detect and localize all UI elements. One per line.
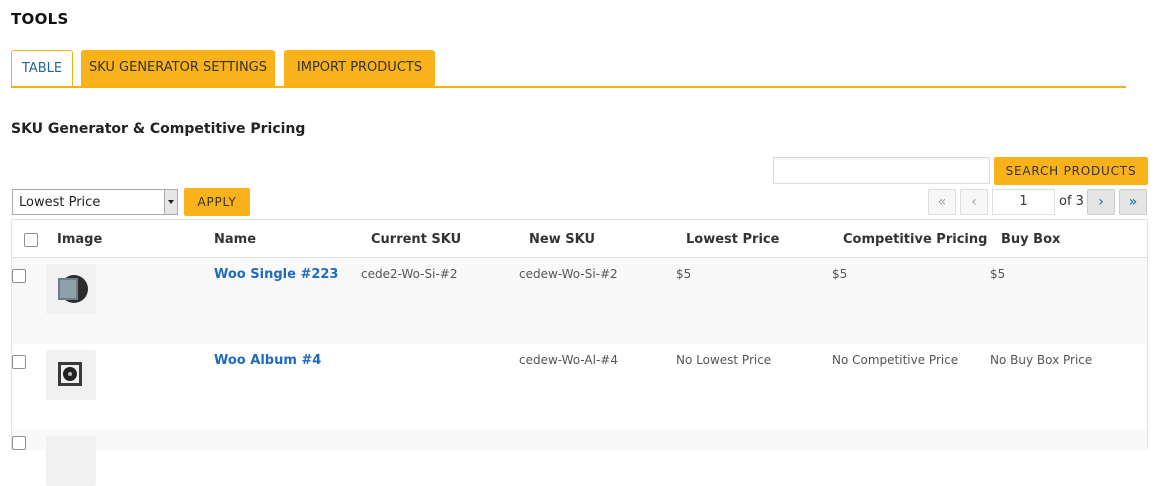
apply-button[interactable]: APPLY bbox=[184, 188, 250, 216]
products-table: Image Name Current SKU New SKU Lowest Pr… bbox=[11, 219, 1148, 486]
column-header-lowest-price: Lowest Price bbox=[686, 232, 780, 247]
search-products-button[interactable]: SEARCH PRODUCTS bbox=[994, 157, 1148, 185]
next-page-button[interactable]: › bbox=[1087, 189, 1115, 215]
product-name-link[interactable]: Woo Single #223 bbox=[214, 267, 338, 282]
column-header-name: Name bbox=[214, 232, 257, 247]
first-page-button[interactable]: « bbox=[928, 189, 956, 215]
lowest-price-cell: No Lowest Price bbox=[676, 353, 772, 367]
bulk-action-selected: Lowest Price bbox=[19, 195, 101, 210]
new-sku-cell: cedew-Wo-Si-#2 bbox=[519, 267, 618, 281]
lowest-price-cell: $5 bbox=[676, 267, 692, 281]
column-header-competitive-pricing: Competitive Pricing bbox=[843, 232, 988, 247]
page-title: TOOLS bbox=[11, 10, 69, 28]
table-row bbox=[12, 430, 1147, 486]
product-name-link[interactable]: Woo Album #4 bbox=[214, 353, 321, 368]
new-sku-cell: cedew-Wo-Al-#4 bbox=[519, 353, 618, 367]
previous-page-button[interactable]: ‹ bbox=[960, 189, 988, 215]
album-image-icon bbox=[58, 275, 88, 303]
current-sku-cell: cede2-Wo-Si-#2 bbox=[361, 267, 458, 281]
column-header-current-sku: Current SKU bbox=[371, 232, 462, 247]
tabs-divider bbox=[11, 86, 1126, 88]
column-header-new-sku: New SKU bbox=[529, 232, 595, 247]
buy-box-cell: $5 bbox=[990, 267, 1006, 281]
column-header-buy-box: Buy Box bbox=[1001, 232, 1061, 247]
competitive-pricing-cell: $5 bbox=[832, 267, 848, 281]
tab-sku-generator-settings[interactable]: SKU GENERATOR SETTINGS bbox=[81, 50, 275, 86]
product-thumbnail[interactable] bbox=[46, 436, 96, 486]
column-header-image: Image bbox=[57, 232, 103, 247]
section-title: SKU Generator & Competitive Pricing bbox=[11, 121, 306, 137]
product-thumbnail[interactable] bbox=[46, 264, 96, 314]
product-thumbnail[interactable] bbox=[46, 350, 96, 400]
competitive-pricing-cell: No Competitive Price bbox=[832, 353, 959, 367]
last-page-button[interactable]: » bbox=[1119, 189, 1147, 215]
album-image-icon bbox=[58, 362, 82, 386]
select-all-checkbox[interactable] bbox=[24, 233, 38, 247]
row-checkbox[interactable] bbox=[12, 436, 26, 450]
table-header: Image Name Current SKU New SKU Lowest Pr… bbox=[12, 220, 1147, 258]
tab-table[interactable]: TABLE bbox=[11, 50, 73, 86]
row-checkbox[interactable] bbox=[12, 269, 26, 283]
dropdown-arrow-icon bbox=[164, 190, 177, 214]
buy-box-cell: No Buy Box Price bbox=[990, 353, 1093, 367]
total-pages-label: of 3 bbox=[1059, 194, 1084, 209]
tab-import-products[interactable]: IMPORT PRODUCTS bbox=[284, 50, 435, 86]
bulk-action-select[interactable]: Lowest Price bbox=[12, 189, 178, 215]
current-page-input[interactable]: 1 bbox=[992, 189, 1055, 215]
table-row: Woo Single #223 cede2-Wo-Si-#2 cedew-Wo-… bbox=[12, 258, 1147, 344]
search-input[interactable] bbox=[773, 157, 990, 184]
table-row: Woo Album #4 cedew-Wo-Al-#4 No Lowest Pr… bbox=[12, 344, 1147, 430]
row-checkbox[interactable] bbox=[12, 355, 26, 369]
